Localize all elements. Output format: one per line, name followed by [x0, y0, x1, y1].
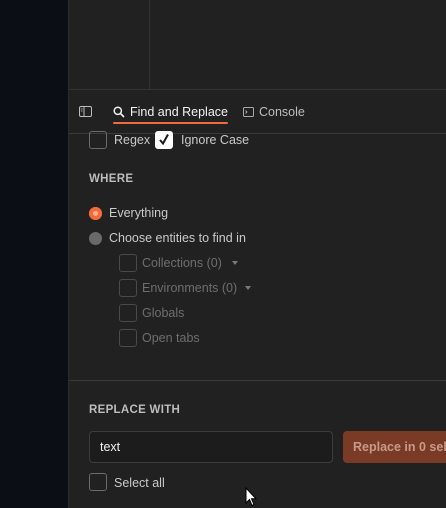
regex-checkbox[interactable] — [89, 131, 107, 149]
regex-label: Regex — [114, 133, 151, 147]
console-icon — [243, 107, 254, 117]
everything-radio[interactable] — [89, 207, 102, 220]
section-divider — [69, 380, 446, 381]
find-replace-panel: Find and Replace Console Regex Ignore Ca… — [68, 0, 446, 508]
toggle-sidebar-icon[interactable] — [79, 106, 92, 117]
replace-with-heading: REPLACE WITH — [89, 404, 181, 416]
open-tabs-checkbox[interactable] — [119, 329, 137, 347]
choose-entities-radio[interactable] — [89, 232, 102, 245]
pane-divider[interactable] — [149, 0, 150, 90]
collections-checkbox[interactable] — [119, 254, 137, 272]
search-icon — [113, 106, 125, 118]
ignore-case-checkbox[interactable] — [155, 131, 173, 149]
collections-dropdown-icon[interactable] — [232, 261, 238, 265]
ignore-case-label: Ignore Case — [181, 133, 250, 147]
environments-checkbox[interactable] — [119, 279, 137, 297]
globals-checkbox[interactable] — [119, 304, 137, 322]
editor-area — [69, 0, 446, 90]
everything-label: Everything — [109, 206, 169, 220]
tab-label: Console — [259, 105, 305, 119]
environments-dropdown-icon[interactable] — [245, 286, 251, 290]
tab-console[interactable]: Console — [243, 90, 305, 134]
select-all-label: Select all — [114, 476, 165, 490]
choose-entities-label: Choose entities to find in — [109, 231, 246, 245]
mouse-cursor-icon — [245, 487, 257, 507]
checkmark-icon — [159, 134, 169, 146]
left-sidebar — [0, 0, 68, 508]
globals-label: Globals — [142, 306, 185, 320]
replace-button-label: Replace in 0 selected — [353, 440, 446, 454]
open-tabs-label: Open tabs — [142, 331, 200, 345]
replace-selected-button[interactable]: Replace in 0 selected — [343, 431, 446, 463]
where-heading: WHERE — [89, 173, 134, 185]
replace-input[interactable]: text — [89, 431, 333, 463]
select-all-checkbox[interactable] — [89, 473, 107, 491]
tab-find-and-replace[interactable]: Find and Replace — [113, 90, 228, 134]
replace-input-value: text — [100, 440, 121, 454]
tab-label: Find and Replace — [130, 105, 228, 119]
bottom-toolbar: Find and Replace Console — [69, 90, 446, 134]
environments-label: Environments (0) — [142, 281, 238, 295]
collections-label: Collections (0) — [142, 256, 222, 270]
